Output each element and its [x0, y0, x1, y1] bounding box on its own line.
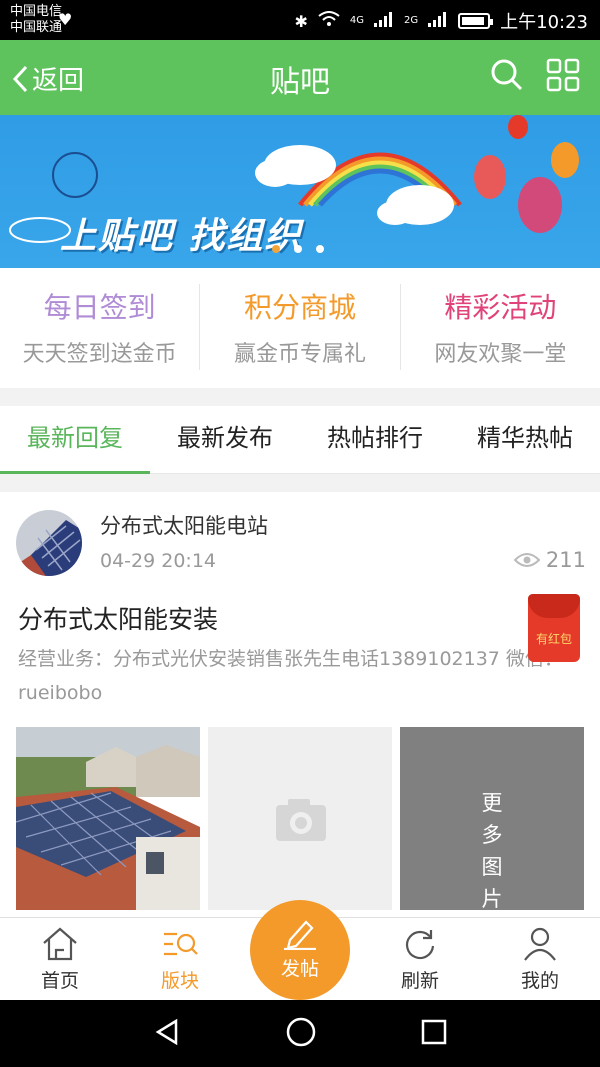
home-icon [43, 927, 77, 961]
nav-refresh[interactable]: 刷新 [360, 918, 480, 1000]
red-packet-icon [528, 594, 580, 618]
pagination-dot [294, 245, 302, 253]
post-body: 经营业务：分布式光伏安装销售张先生电话1389102137 微信：rueibob… [18, 648, 563, 704]
post-title[interactable]: 分布式太阳能安装 [18, 600, 218, 636]
pagination-dot [316, 245, 324, 253]
banner-slogan: 上贴吧 找组织 [60, 216, 303, 257]
network-type-1: 4G [349, 15, 364, 26]
nav-label: 版块 [160, 970, 199, 992]
grid-menu-icon[interactable] [546, 58, 580, 96]
quick-link-title: 每日签到 [43, 291, 156, 324]
carrier-1: 中国电信 [10, 4, 63, 19]
banner-pagination [272, 245, 324, 253]
nav-forums[interactable]: 版块 [120, 918, 240, 1000]
post-card[interactable]: 分布式太阳能电站 04-29 20:14 211 分布式太阳能安装 经营业务：分… [0, 492, 600, 917]
eye-icon [513, 553, 540, 567]
nav-label: 我的 [520, 970, 559, 992]
quick-link-title: 精彩活动 [444, 291, 557, 324]
quick-link-title: 积分商城 [243, 291, 356, 324]
notification-icons: ♥ [58, 10, 72, 29]
carrier-2: 中国联通 [10, 20, 63, 35]
recents-square-icon[interactable] [420, 1018, 448, 1050]
red-packet-badge[interactable]: 有红包 [528, 594, 580, 662]
tab-featured[interactable]: 精华热帖 [450, 406, 600, 473]
nav-me[interactable]: 我的 [480, 918, 600, 1000]
search-icon[interactable] [490, 58, 524, 96]
red-packet-label: 有红包 [535, 632, 572, 646]
post-image-solar-roof[interactable] [16, 727, 200, 910]
back-triangle-icon[interactable] [152, 1017, 182, 1051]
refresh-icon [405, 930, 435, 960]
new-post-label: 发帖 [280, 958, 319, 980]
new-post-button[interactable]: 发帖 [250, 900, 350, 1000]
signal-icon-1 [374, 11, 394, 32]
quick-link-subtitle: 网友欢聚一堂 [434, 342, 567, 367]
nav-label: 刷新 [400, 970, 439, 992]
camera-icon [276, 799, 326, 841]
quick-link-points-mall[interactable]: 积分商城 赢金币专属礼 [200, 284, 401, 370]
app-header: 返回 贴吧 [0, 40, 600, 115]
forum-list-icon [164, 932, 198, 956]
header-actions [490, 58, 580, 96]
heartbeat-icon: ♥ [58, 10, 73, 29]
carrier-info: 中国电信 中国联通 [10, 4, 62, 36]
nav-label: 首页 [40, 970, 79, 992]
signal-icon-2 [428, 11, 448, 32]
quick-link-events[interactable]: 精彩活动 网友欢聚一堂 [401, 284, 600, 370]
post-image-placeholder[interactable] [208, 727, 392, 910]
quick-link-checkin[interactable]: 每日签到 天天签到送金币 [0, 284, 201, 370]
wifi-icon [318, 10, 340, 32]
post-author[interactable]: 分布式太阳能电站 [100, 510, 268, 540]
view-count: 211 [513, 548, 586, 572]
post-tabs: 最新回复 最新发布 热帖排行 精华热帖 [0, 406, 600, 474]
pagination-dot [272, 245, 280, 253]
battery-level [462, 17, 485, 25]
avatar[interactable] [16, 510, 82, 576]
status-right: ✱ 4G 2G 上午10:23 [294, 8, 588, 34]
nav-home[interactable]: 首页 [0, 918, 120, 1000]
more-images-label: 更多图片 [481, 791, 511, 910]
tab-hot-ranking[interactable]: 热帖排行 [300, 406, 450, 473]
user-icon [524, 927, 556, 961]
post-time: 04-29 20:14 [100, 550, 217, 572]
view-count-value: 211 [545, 548, 586, 572]
system-nav-bar [0, 1000, 600, 1067]
status-bar: 中国电信 中国联通 ♥ ✱ 4G 2G 上午10:23 [0, 0, 600, 40]
more-images-button[interactable]: 更多图片 [400, 727, 584, 910]
promo-banner[interactable]: 上贴吧 找组织 [0, 115, 600, 268]
battery-icon [458, 13, 494, 29]
home-circle-icon[interactable] [285, 1016, 317, 1052]
tab-latest-posts[interactable]: 最新发布 [150, 406, 300, 473]
post-images: 更多图片 [16, 727, 584, 910]
quick-link-subtitle: 天天签到送金币 [22, 342, 177, 367]
bluetooth-icon: ✱ [294, 11, 308, 31]
pencil-icon [284, 920, 316, 950]
clock: 上午10:23 [500, 12, 588, 33]
network-type-2: 2G [404, 15, 419, 26]
tab-latest-replies[interactable]: 最新回复 [0, 406, 150, 474]
quick-links: 每日签到 天天签到送金币 积分商城 赢金币专属礼 精彩活动 网友欢聚一堂 [0, 268, 600, 388]
quick-link-subtitle: 赢金币专属礼 [233, 342, 366, 367]
